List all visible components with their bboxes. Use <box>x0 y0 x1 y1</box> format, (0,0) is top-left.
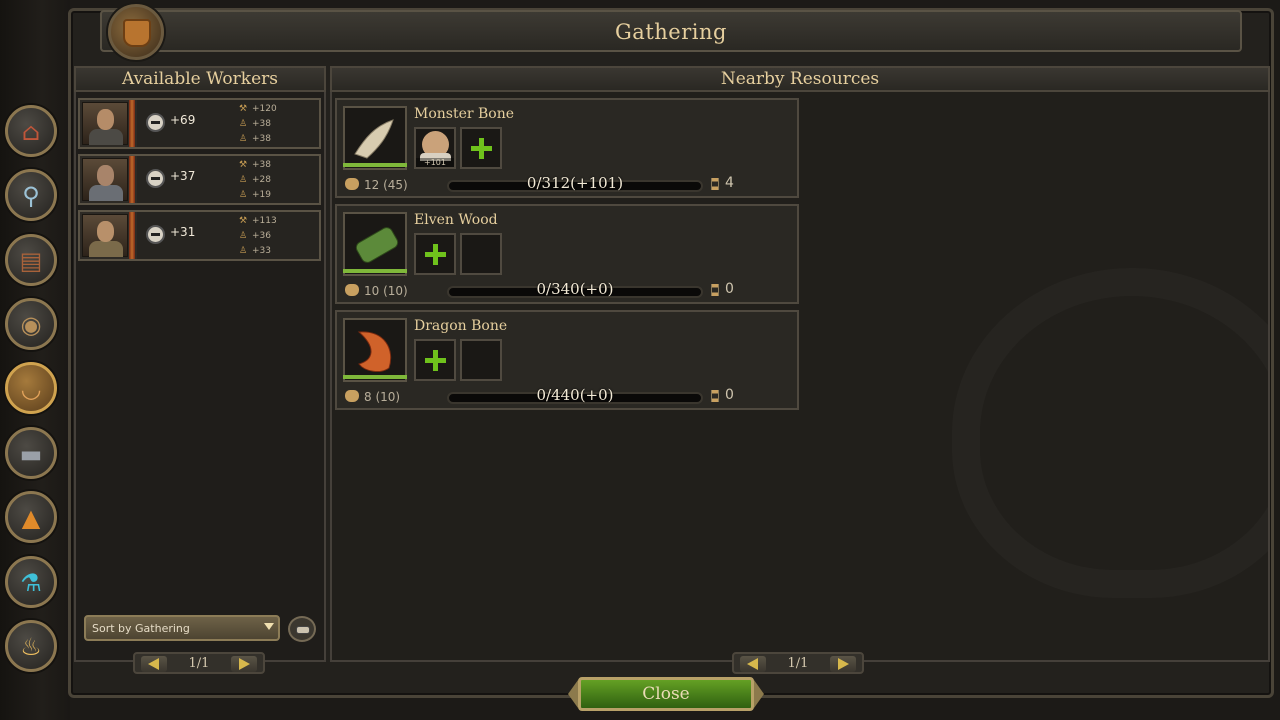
assigned-worker-value: +101 <box>416 158 454 167</box>
bag-icon <box>345 178 359 190</box>
resource-card: Monster Bone +101 12 (45) 0/312(+101) 4 <box>335 98 799 198</box>
nav-search-button[interactable]: ⚲ <box>5 169 57 221</box>
progress-text: 0/340(+0) <box>536 280 614 298</box>
anvil-icon: ▬ <box>19 440 43 468</box>
dragon-bone-icon <box>343 318 407 382</box>
resource-name: Monster Bone <box>414 106 515 122</box>
worker-stat: +38 <box>252 119 271 129</box>
basket-icon: ◡ <box>20 375 42 403</box>
resource-quantity: 12 (45) <box>364 178 408 192</box>
close-button[interactable]: Close <box>578 677 754 711</box>
unassign-icon[interactable] <box>146 169 165 188</box>
unassign-icon[interactable] <box>146 225 165 244</box>
empty-worker-slot[interactable] <box>460 233 502 275</box>
worker-stat: +120 <box>252 104 277 114</box>
resource-card: Elven Wood 10 (10) 0/340(+0) 0 <box>335 204 799 304</box>
candle-icon: ♨ <box>20 633 42 661</box>
nav-candle-button[interactable]: ♨ <box>5 620 57 672</box>
figure-icon: ♙ <box>238 119 248 129</box>
worker-portrait <box>82 214 128 257</box>
elven-wood-icon <box>343 212 407 276</box>
worker-total: +31 <box>170 225 196 239</box>
worker-stat: +33 <box>252 246 271 256</box>
hourglass-icon <box>711 390 719 402</box>
axe-icon: ⚒ <box>238 160 248 170</box>
unassign-icon[interactable] <box>146 113 165 132</box>
add-worker-button[interactable] <box>414 233 456 275</box>
progress-text: 0/440(+0) <box>536 386 614 404</box>
nav-storage-button[interactable]: ▤ <box>5 234 57 286</box>
close-ornament-right <box>754 680 764 708</box>
bag-icon <box>345 390 359 402</box>
figure-icon: ♙ <box>238 175 248 185</box>
resource-name: Elven Wood <box>414 212 498 228</box>
nav-alchemy-button[interactable]: ⚗ <box>5 556 57 608</box>
resource-name: Dragon Bone <box>414 318 508 334</box>
nav-furnace-button[interactable]: ▲ <box>5 491 57 543</box>
worker-stat: +28 <box>252 175 271 185</box>
next-page-button[interactable] <box>231 656 257 672</box>
worker-stat: +113 <box>252 216 277 226</box>
flask-icon: ⚗ <box>20 569 42 597</box>
nav-shield-button[interactable]: ◉ <box>5 298 57 350</box>
gathering-basket-icon <box>108 4 164 60</box>
figure-icon: ♙ <box>238 134 248 144</box>
sort-toggle-button[interactable] <box>288 616 316 642</box>
axe-icon: ⚒ <box>238 216 248 226</box>
figure-icon: ♙ <box>238 231 248 241</box>
figure-icon: ♙ <box>238 190 248 200</box>
worker-portrait <box>82 158 128 201</box>
assigned-worker-slot[interactable]: +101 <box>414 127 456 169</box>
shield-icon: ◉ <box>20 311 42 339</box>
hourglass-icon <box>711 284 719 296</box>
worker-stat: +19 <box>252 190 271 200</box>
page-indicator: 1/1 <box>787 656 809 671</box>
worker-total: +37 <box>170 169 196 183</box>
close-ornament-left <box>568 680 578 708</box>
nav-anvil-button[interactable]: ▬ <box>5 427 57 479</box>
prev-page-button[interactable] <box>740 656 766 672</box>
time-value: 0 <box>725 281 734 297</box>
resources-heading: Nearby Resources <box>330 66 1270 92</box>
time-value: 0 <box>725 387 734 403</box>
resources-pager: 1/1 <box>732 652 864 674</box>
resource-quantity: 10 (10) <box>364 284 408 298</box>
prev-page-button[interactable] <box>141 656 167 672</box>
next-page-button[interactable] <box>830 656 856 672</box>
workers-heading: Available Workers <box>74 66 326 92</box>
worker-card[interactable]: +31 ⚒ +113 ♙ +36 ♙ +33 <box>78 210 321 261</box>
add-worker-button[interactable] <box>414 339 456 381</box>
house-icon: ⌂ <box>21 118 41 146</box>
figure-icon: ♙ <box>238 246 248 256</box>
add-worker-button[interactable] <box>460 127 502 169</box>
worker-stat: +38 <box>252 134 271 144</box>
page-indicator: 1/1 <box>188 656 210 671</box>
time-value: 4 <box>725 175 734 191</box>
worker-stat: +36 <box>252 231 271 241</box>
nav-gathering-button[interactable]: ◡ <box>5 362 57 414</box>
resource-card: Dragon Bone 8 (10) 0/440(+0) 0 <box>335 310 799 410</box>
bag-icon <box>345 284 359 296</box>
workers-pager: 1/1 <box>133 652 265 674</box>
worker-card[interactable]: +69 ⚒ +120 ♙ +38 ♙ +38 <box>78 98 321 149</box>
page-title: Gathering <box>615 20 727 44</box>
axe-icon: ⚒ <box>238 104 248 114</box>
worker-stat: +38 <box>252 160 271 170</box>
crate-icon: ▤ <box>19 247 43 275</box>
resource-quantity: 8 (10) <box>364 390 401 404</box>
monster-bone-icon <box>343 106 407 170</box>
magnifier-icon: ⚲ <box>22 182 40 210</box>
furnace-icon: ▲ <box>21 504 41 532</box>
worker-portrait <box>82 102 128 145</box>
empty-worker-slot[interactable] <box>460 339 502 381</box>
chevron-down-icon <box>264 623 274 630</box>
worker-total: +69 <box>170 113 196 127</box>
worker-card[interactable]: +37 ⚒ +38 ♙ +28 ♙ +19 <box>78 154 321 205</box>
nav-building-button[interactable]: ⌂ <box>5 105 57 157</box>
sort-dropdown[interactable]: Sort by Gathering <box>84 615 280 641</box>
title-bar: Gathering <box>100 10 1242 52</box>
hourglass-icon <box>711 178 719 190</box>
basket-watermark <box>952 268 1268 598</box>
progress-text: 0/312(+101) <box>526 174 624 192</box>
